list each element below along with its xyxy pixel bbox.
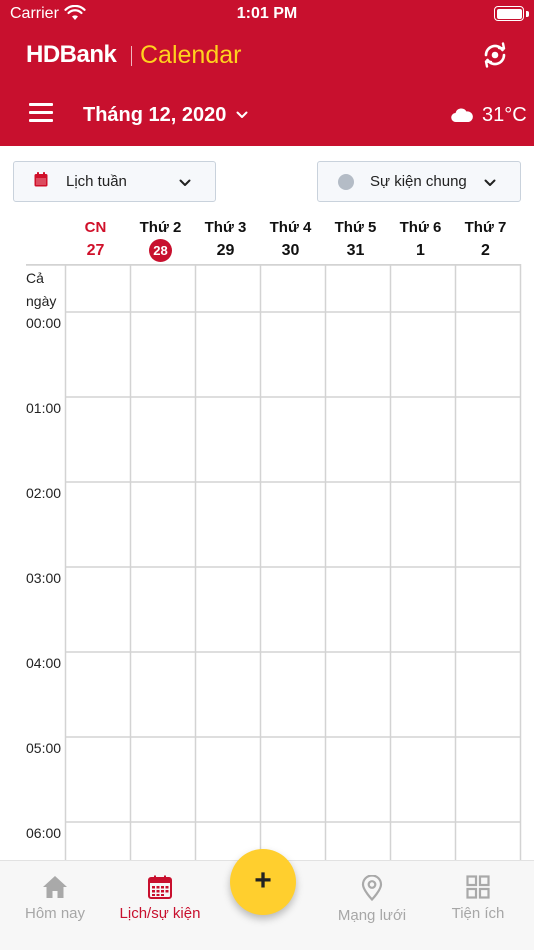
nav-item-calendar[interactable]: Lịch/sự kiện <box>110 875 210 922</box>
nav-label-utilities: Tiện ích <box>451 905 505 922</box>
dot-icon <box>338 174 354 190</box>
cloud-icon <box>451 108 473 123</box>
day-number: 2 <box>481 242 490 259</box>
calendar-icon <box>148 875 172 899</box>
sync-icon[interactable] <box>480 40 510 70</box>
event-type-dropdown[interactable]: Sự kiện chung <box>317 161 521 202</box>
app-name: Calendar <box>140 41 242 69</box>
chevron-down-icon[interactable] <box>236 111 248 119</box>
app-header: Carrier 1:01 PM HDBank Calendar Tháng 12… <box>0 0 534 146</box>
calendar-icon <box>34 172 48 187</box>
hour-label: 05:00 <box>26 740 62 756</box>
day-column-header[interactable]: Thứ 3 29 <box>193 218 258 263</box>
day-name: Thứ 5 <box>334 219 377 236</box>
day-column-header[interactable]: Thứ 6 1 <box>388 218 453 263</box>
battery-tip <box>526 11 529 17</box>
day-name: Thứ 6 <box>399 219 442 236</box>
home-icon <box>43 876 67 898</box>
hour-label: 00:00 <box>26 315 62 331</box>
grid-icon <box>466 875 490 899</box>
day-column-header[interactable]: CN 27 <box>63 218 128 263</box>
nav-label-calendar: Lịch/sự kiện <box>119 905 201 922</box>
nav-item-network[interactable]: Mạng lưới <box>322 875 422 924</box>
event-type-label: Sự kiện chung <box>370 173 467 190</box>
nav-label-network: Mạng lưới <box>337 907 407 924</box>
hour-label: 03:00 <box>26 570 62 586</box>
nav-item-today[interactable]: Hôm nay <box>5 875 105 922</box>
day-name: Thứ 2 <box>139 219 182 236</box>
hour-label: 06:00 <box>26 825 62 841</box>
chevron-down-icon <box>179 179 191 186</box>
day-column-header[interactable]: Thứ 2 28 <box>128 218 193 263</box>
day-number: 31 <box>346 242 365 259</box>
all-day-label: Cả ngày <box>26 270 57 309</box>
status-bar: Carrier 1:01 PM <box>0 0 534 30</box>
day-number: 29 <box>216 242 235 259</box>
chevron-down-icon <box>484 179 496 186</box>
week-grid[interactable]: Cả ngày 00:00 01:00 02:00 03:00 04:00 05:00 06… <box>0 264 534 860</box>
app-root: Carrier 1:01 PM HDBank Calendar Tháng 12… <box>0 0 534 950</box>
day-name: CN <box>84 219 107 236</box>
weather-temperature: 31°C <box>482 104 527 126</box>
plus-icon: + <box>254 864 272 897</box>
today-badge: 28 <box>149 239 172 262</box>
location-pin-icon <box>361 875 383 901</box>
day-column-header[interactable]: Thứ 4 30 <box>258 218 323 263</box>
day-name: Thứ 7 <box>464 219 507 236</box>
grid-lines <box>26 264 522 860</box>
day-column-header[interactable]: Thứ 5 31 <box>323 218 388 263</box>
battery-icon <box>494 6 524 21</box>
day-number: 30 <box>281 242 300 259</box>
hour-label: 04:00 <box>26 655 62 671</box>
status-time: 1:01 PM <box>236 5 298 22</box>
brand-row: HDBank Calendar <box>0 36 534 76</box>
hour-label: 02:00 <box>26 485 62 501</box>
view-mode-dropdown[interactable]: Lịch tuần <box>13 161 216 202</box>
day-name: Thứ 3 <box>204 219 247 236</box>
hour-label: 01:00 <box>26 400 62 416</box>
brand-divider <box>131 46 132 66</box>
nav-item-utilities[interactable]: Tiện ích <box>428 875 528 922</box>
today-date-badge: 28 <box>128 239 193 263</box>
month-title[interactable]: Tháng 12, 2020 <box>83 104 226 127</box>
day-name: Thứ 4 <box>269 219 312 236</box>
day-number: 27 <box>86 242 105 259</box>
toolbar-row: Tháng 12, 2020 31°C <box>0 96 534 136</box>
hamburger-menu-icon[interactable] <box>29 103 53 123</box>
day-number: 1 <box>416 242 425 259</box>
brand-logo: HDBank <box>26 41 117 68</box>
day-column-header[interactable]: Thứ 7 2 <box>453 218 518 263</box>
nav-label-today: Hôm nay <box>24 905 86 922</box>
add-event-button[interactable]: + <box>230 849 296 915</box>
view-mode-label: Lịch tuần <box>66 173 127 190</box>
